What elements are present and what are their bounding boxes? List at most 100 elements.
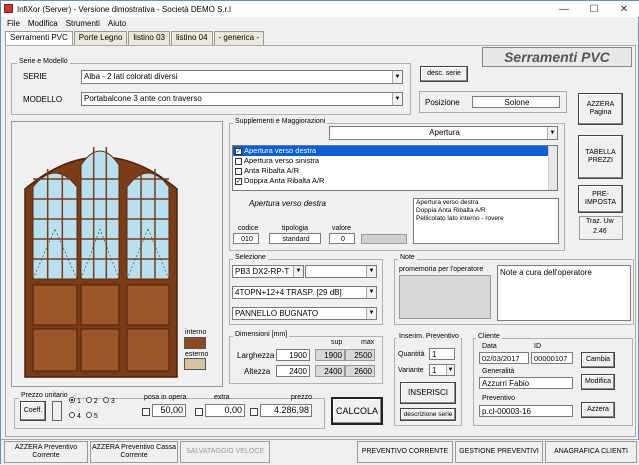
altezza-label: Altezza [244, 367, 271, 376]
trasmittanza-value: 2.46 [593, 228, 607, 235]
desc-serie-button[interactable]: desc. serie [420, 66, 468, 82]
chevron-down-icon[interactable]: ▼ [366, 287, 376, 298]
chevron-down-icon[interactable]: ▼ [366, 308, 376, 319]
gestione-preventivi-button[interactable]: GESTIONE PREVENTIVI [455, 441, 543, 463]
radio-label: 4 [77, 413, 81, 420]
chevron-down-icon[interactable]: ▼ [366, 266, 376, 277]
larghezza-input[interactable]: 1900 [276, 349, 310, 361]
chevron-down-icon[interactable]: ▼ [293, 266, 303, 277]
preventivo-field[interactable]: p.cl-00003-16 [479, 405, 573, 417]
tab-generica[interactable]: - generica - [213, 31, 265, 45]
azzera-cliente-button[interactable]: Azzera [581, 402, 615, 418]
list-item-label: Anta Ribalta A/R [244, 166, 300, 175]
sel2-select[interactable]: ▼ [305, 265, 377, 278]
promemoria-field[interactable] [399, 275, 491, 319]
generalita-field[interactable]: Azzurri Fabio [479, 377, 573, 389]
checkbox[interactable]: ✓ [235, 147, 242, 155]
radio-5[interactable]: 5 [85, 412, 98, 420]
posa-input[interactable]: 50,00 [152, 404, 186, 417]
menu-file[interactable]: File [7, 19, 20, 28]
azzera-cassa-button[interactable]: AZZERA Preventivo Cassa Corrente [90, 441, 178, 463]
valore-label: valore [332, 225, 352, 232]
prezzo-input[interactable]: 4.286,98 [260, 404, 312, 417]
radio-3[interactable]: 3 [102, 397, 115, 405]
azzera-pagina-button[interactable]: AZZERA Pagina [578, 93, 623, 125]
chevron-down-icon[interactable]: ▼ [392, 93, 402, 105]
categoria-select[interactable]: Apertura ▼ [329, 126, 558, 140]
esterno-color-swatch[interactable] [184, 358, 206, 370]
azzera-preventivo-button[interactable]: AZZERA Preventivo Corrente [4, 441, 88, 463]
modifica-button[interactable]: Modifica [581, 374, 615, 390]
tab-listino-04[interactable]: listino 04 [170, 31, 213, 45]
menu-modifica[interactable]: Modifica [28, 19, 58, 28]
close-button[interactable]: ✕ [609, 1, 639, 17]
glass-pane [32, 172, 78, 280]
tabella-prezzi-button[interactable]: TABELLA PREZZI [578, 135, 623, 179]
anagrafica-clienti-button[interactable]: ANAGRAFICA CLIENTI [545, 441, 637, 463]
checkbox[interactable] [235, 167, 242, 175]
tab-listino-03[interactable]: listino 03 [128, 31, 170, 45]
prezzo-checkbox[interactable] [250, 408, 258, 416]
prezzo-unitario-label: Prezzo unitario [19, 392, 70, 399]
preventivo-corrente-button[interactable]: PREVENTIVO CORRENTE [357, 441, 453, 463]
glass-pane [80, 150, 120, 280]
wood-panel [80, 284, 120, 326]
posizione-input[interactable]: Solone [472, 96, 560, 108]
data-field[interactable]: 02/03/2017 [479, 352, 529, 364]
valore-field: 0 [329, 233, 355, 244]
wood-panel [80, 328, 120, 372]
calcola-button[interactable]: CALCOLA [331, 397, 383, 425]
cambia-button[interactable]: Cambia [581, 352, 615, 368]
modello-select[interactable]: Portabalcone 3 ante con traverso ▼ [81, 92, 403, 106]
coeff-toggle[interactable] [52, 401, 62, 421]
list-item[interactable]: ✓ Apertura verso destra [233, 146, 557, 156]
note-textarea[interactable]: Note a cura dell'operatore [497, 265, 631, 321]
salvataggio-veloce-button[interactable]: SALVATAGGIO VELOCE [180, 441, 270, 463]
section-title: Serramenti PVC [482, 47, 632, 67]
menu-strumenti[interactable]: Strumenti [66, 19, 100, 28]
extra-input[interactable]: 0,00 [205, 404, 245, 417]
supplementi-list[interactable]: ✓ Apertura verso destra Apertura verso sin… [232, 145, 558, 191]
sel1-select[interactable]: PB3 DX2-RP-T ▼ [232, 265, 304, 278]
list-item[interactable]: ✓ Doppia Anta Ribalta A/R [233, 176, 557, 186]
glass-pane [126, 172, 170, 280]
inserisci-button[interactable]: INSERISCI [400, 382, 456, 404]
maximize-button[interactable]: ☐ [579, 1, 609, 17]
extra-checkbox[interactable] [195, 408, 203, 416]
sel1-value: PB3 DX2-RP-T [235, 267, 290, 276]
pannello-select[interactable]: PANNELLO BUGNATO ▼ [232, 307, 377, 320]
radio-1[interactable]: 1 [69, 397, 81, 405]
list-item[interactable]: Apertura verso sinistra [233, 156, 557, 166]
current-supplemento: Apertura verso destra [249, 199, 326, 208]
radio-4[interactable]: 4 [69, 412, 81, 420]
radio-2[interactable]: 2 [85, 397, 98, 405]
note-label: Note [398, 254, 417, 261]
list-item[interactable]: Anta Ribalta A/R [233, 166, 557, 176]
variante-select[interactable]: 1 ▼ [429, 364, 455, 376]
quantita-input[interactable]: 1 [429, 348, 455, 360]
pre-imposta-button[interactable]: PRE-IMPOSTA [578, 185, 623, 213]
interno-color-swatch[interactable] [184, 337, 206, 349]
checkbox[interactable]: ✓ [235, 177, 242, 185]
tab-serramenti-pvc[interactable]: Serramenti PVC [5, 31, 73, 46]
tab-porte-legno[interactable]: Porte Legno [73, 31, 128, 45]
descrizione-serie-button[interactable]: descrizione serie [400, 408, 456, 421]
radio-label: 3 [110, 398, 115, 405]
vetro-select[interactable]: 4TOPN+12+4 TRASP. [29 dB] ▼ [232, 286, 377, 299]
chevron-down-icon[interactable]: ▼ [446, 365, 454, 375]
promemoria-label: promemoria per l'operatore [399, 266, 484, 273]
altezza-input[interactable]: 2400 [276, 365, 310, 377]
chevron-down-icon[interactable]: ▼ [392, 71, 402, 83]
posizione-label: Posizione [425, 98, 460, 107]
checkbox[interactable] [235, 157, 242, 165]
serie-select[interactable]: Alba - 2 lati colorati diversi ▼ [81, 70, 403, 84]
minimize-button[interactable]: — [549, 1, 579, 17]
esterno-label: esterno [185, 351, 209, 358]
list-scrollbar[interactable] [548, 146, 557, 190]
menu-aiuto[interactable]: Aiuto [108, 19, 126, 28]
chevron-down-icon[interactable]: ▼ [547, 127, 557, 139]
posa-checkbox[interactable] [142, 408, 150, 416]
window-preview [24, 147, 178, 378]
coeff-button[interactable]: Coeff. [20, 401, 46, 421]
radio-row-1: 1 2 3 [69, 397, 115, 405]
